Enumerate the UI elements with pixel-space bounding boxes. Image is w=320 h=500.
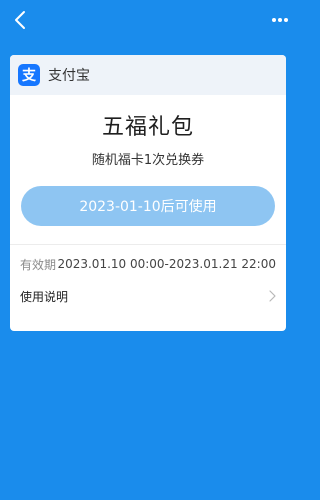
divider xyxy=(10,244,286,245)
use-coupon-button[interactable]: 2023-01-10后可使用 xyxy=(21,186,275,226)
coupon-subtitle: 随机福卡1次兑换券 xyxy=(91,153,205,168)
validity-label: 有效期 xyxy=(20,257,57,272)
more-dots-icon xyxy=(272,18,288,22)
chevron-right-icon xyxy=(269,290,276,302)
validity-value: 2023.01.10 00:00-2023.01.21 22:00 xyxy=(57,257,276,271)
instructions-row[interactable]: 使用说明 xyxy=(10,279,286,313)
back-button[interactable] xyxy=(10,8,30,32)
coupon-card: 支 支付宝 五福礼包 随机福卡1次兑换券 2023-01-10后可使用 有效期 … xyxy=(10,55,286,331)
card-header: 支 支付宝 xyxy=(10,55,286,95)
alipay-logo-icon: 支 xyxy=(18,64,40,86)
top-bar xyxy=(0,0,300,40)
validity-row: 有效期 2023.01.10 00:00-2023.01.21 22:00 xyxy=(10,249,286,279)
more-button[interactable] xyxy=(268,10,292,30)
chevron-left-icon xyxy=(15,11,25,29)
coupon-title: 五福礼包 xyxy=(101,115,194,140)
alipay-logo-glyph: 支 xyxy=(22,68,36,84)
brand-name: 支付宝 xyxy=(48,68,90,84)
instructions-label: 使用说明 xyxy=(20,289,69,304)
